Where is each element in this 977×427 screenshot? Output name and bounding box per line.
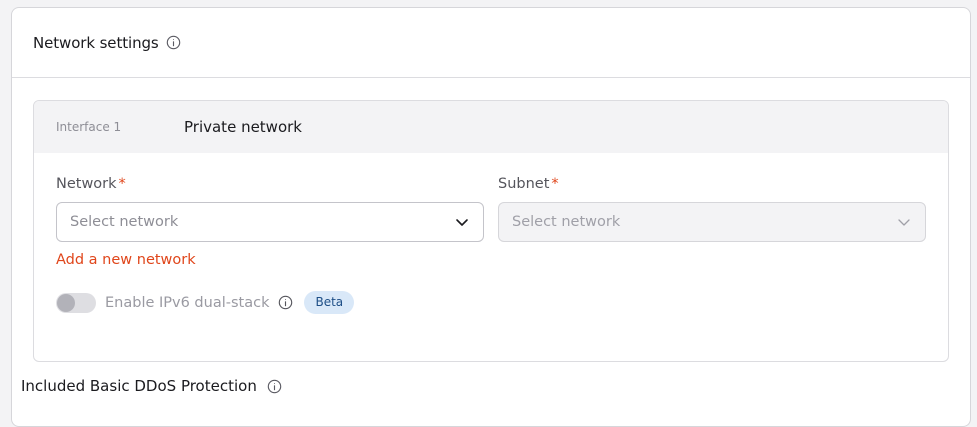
- network-settings-card: Network settings Interface 1 Private net…: [11, 7, 971, 427]
- subnet-select[interactable]: Select network: [498, 202, 926, 242]
- network-settings-title: Network settings: [33, 33, 159, 52]
- network-select-placeholder: Select network: [70, 214, 179, 230]
- info-icon[interactable]: [278, 295, 293, 310]
- required-mark: *: [551, 176, 559, 192]
- subnet-label-text: Subnet: [498, 176, 550, 192]
- ipv6-toggle-row: Enable IPv6 dual-stack Beta: [56, 291, 355, 314]
- network-field-label: Network *: [56, 176, 484, 194]
- add-new-network-link[interactable]: Add a new network: [56, 252, 196, 268]
- interface-header: Interface 1 Private network: [34, 101, 948, 153]
- subnet-field-label: Subnet *: [498, 176, 926, 194]
- info-icon[interactable]: [267, 379, 282, 394]
- ipv6-toggle-label: Enable IPv6 dual-stack: [105, 294, 270, 311]
- network-label-text: Network: [56, 176, 117, 192]
- network-select[interactable]: Select network: [56, 202, 484, 242]
- ipv6-toggle[interactable]: [56, 292, 96, 313]
- required-mark: *: [118, 176, 126, 192]
- beta-badge: Beta: [304, 291, 355, 314]
- interface-label: Interface 1: [56, 120, 122, 134]
- ddos-protection-label: Included Basic DDoS Protection: [21, 377, 257, 395]
- chevron-down-icon: [454, 214, 470, 230]
- interface-type: Private network: [184, 118, 302, 136]
- info-icon[interactable]: [166, 35, 181, 50]
- network-settings-header: Network settings: [12, 8, 970, 78]
- chevron-down-icon: [896, 214, 912, 230]
- interface-panel: Interface 1 Private network Network * Sel…: [33, 100, 949, 362]
- ddos-protection-row: Included Basic DDoS Protection: [21, 377, 282, 395]
- network-field: Network * Select network: [56, 176, 484, 242]
- toggle-knob: [57, 293, 75, 312]
- subnet-select-placeholder: Select network: [512, 214, 621, 230]
- subnet-field: Subnet * Select network: [498, 176, 926, 242]
